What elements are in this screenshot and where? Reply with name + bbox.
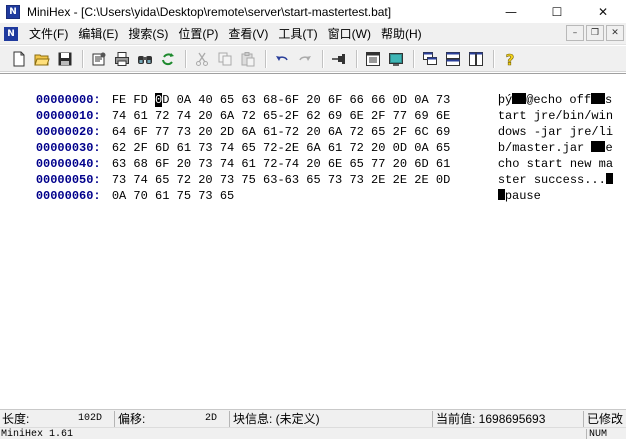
- ascii-text[interactable]: pause: [505, 189, 541, 203]
- menu-position[interactable]: 位置(P): [173, 24, 223, 44]
- menu-search[interactable]: 搜索(S): [123, 24, 173, 44]
- status-bar: 长度: 102D 偏移: 2D 块信息: (未定义) 当前值: 16986956…: [0, 409, 626, 427]
- print-icon[interactable]: [111, 48, 133, 70]
- toolbar-separator: [413, 49, 414, 68]
- menu-edit[interactable]: 编辑(E): [73, 24, 123, 44]
- hex-row: 00000020: 64 6F 77 73 20 2D 6A 61-72 20 6…: [7, 108, 613, 139]
- hex-editor[interactable]: 00000000: FE FD 0D 0A 40 65 63 68-6F 20 6…: [0, 73, 626, 409]
- hex-row: 00000000: FE FD 0D 0A 40 65 63 68-6F 20 6…: [7, 76, 612, 107]
- status-length: 长度: 102D: [0, 411, 115, 427]
- redo-icon[interactable]: [294, 48, 316, 70]
- cascade-icon[interactable]: [419, 48, 441, 70]
- svg-text:?: ?: [506, 51, 515, 67]
- undo-icon[interactable]: [271, 48, 293, 70]
- close-button[interactable]: ✕: [580, 0, 626, 23]
- toolbar-separator: [493, 49, 494, 68]
- status-current-value: 当前值: 1698695693: [434, 411, 584, 427]
- minimize-button[interactable]: —: [488, 0, 534, 23]
- version-label: MiniHex 1.61: [1, 429, 74, 439]
- window-title: MiniHex - [C:\Users\yida\Desktop\remote\…: [27, 4, 392, 19]
- toolbar-separator: [185, 49, 186, 68]
- hex-row: 00000050: 73 74 65 72 20 73 75 63-63 65 7…: [7, 156, 613, 187]
- row-ascii[interactable]: pause: [497, 188, 541, 204]
- menu-tools[interactable]: 工具(T): [273, 24, 322, 44]
- title-bar: N MiniHex - [C:\Users\yida\Desktop\remot…: [0, 0, 626, 23]
- num-lock-indicator: NUM: [586, 429, 626, 439]
- menu-view[interactable]: 查看(V): [223, 24, 273, 44]
- document-close-button[interactable]: ✕: [606, 25, 624, 41]
- toolbar-separator: [265, 49, 266, 68]
- properties-icon[interactable]: [88, 48, 110, 70]
- view-list-icon[interactable]: [362, 48, 384, 70]
- tile-vertical-icon[interactable]: [465, 48, 487, 70]
- hex-row: 00000060: 0A 70 61 75 73 65 pause: [7, 172, 541, 203]
- document-minimize-button[interactable]: –: [566, 25, 584, 41]
- nonprintable-glyph: [497, 189, 505, 200]
- copy-icon[interactable]: [214, 48, 236, 70]
- display-icon[interactable]: [385, 48, 407, 70]
- modified-label: 已修改: [587, 412, 624, 426]
- toolbar-separator: [356, 49, 357, 68]
- status-modified: 已修改: [585, 411, 626, 427]
- status-block-info: 块信息: (未定义): [231, 411, 433, 427]
- maximize-button[interactable]: ☐: [534, 0, 580, 23]
- hex-row: 00000030: 62 2F 6D 61 73 74 65 72-2E 6A 6…: [7, 124, 613, 155]
- menu-help[interactable]: 帮助(H): [376, 24, 427, 44]
- document-window-controls: – ❐ ✕: [564, 25, 624, 41]
- status-offset: 偏移: 2D: [116, 411, 230, 427]
- document-icon[interactable]: N: [4, 26, 18, 41]
- find-icon[interactable]: [134, 48, 156, 70]
- offset-value: 2D: [204, 413, 217, 424]
- document-restore-button[interactable]: ❐: [586, 25, 604, 41]
- current-value-label: 当前值: 1698695693: [436, 412, 546, 426]
- length-label: 长度:: [2, 412, 30, 426]
- open-folder-icon[interactable]: [31, 48, 53, 70]
- app-logo-icon: N: [6, 4, 20, 19]
- refresh-icon[interactable]: [157, 48, 179, 70]
- block-info-label: 块信息: (未定义): [233, 412, 320, 426]
- nonprintable-glyph: [605, 173, 613, 184]
- row-offset: 00000060:: [35, 189, 101, 203]
- hex-row: 00000040: 63 68 6F 20 73 74 61 72-74 20 6…: [7, 140, 613, 171]
- toolbar-separator: [82, 49, 83, 68]
- paste-icon[interactable]: [237, 48, 259, 70]
- length-value: 102D: [77, 413, 102, 424]
- help-icon[interactable]: ?: [499, 48, 521, 70]
- row-bytes[interactable]: 0A 70 61 75 73 65: [112, 188, 498, 204]
- window-controls: — ☐ ✕: [488, 0, 626, 23]
- offset-label: 偏移:: [118, 412, 146, 426]
- toolbar-separator: [322, 49, 323, 68]
- menu-bar: N 文件(F) 编辑(E) 搜索(S) 位置(P) 查看(V) 工具(T) 窗口…: [0, 23, 626, 45]
- app-status-bar: MiniHex 1.61 NUM: [0, 427, 626, 439]
- pin-icon[interactable]: [328, 48, 350, 70]
- tile-horizontal-icon[interactable]: [442, 48, 464, 70]
- save-icon[interactable]: [54, 48, 76, 70]
- menu-file[interactable]: 文件(F): [24, 24, 73, 44]
- hex-row: 00000010: 74 61 72 74 20 6A 72 65-2F 62 6…: [7, 92, 613, 123]
- toolbar: ?: [0, 46, 626, 72]
- menu-window[interactable]: 窗口(W): [323, 24, 376, 44]
- cut-icon[interactable]: [191, 48, 213, 70]
- new-file-icon[interactable]: [8, 48, 30, 70]
